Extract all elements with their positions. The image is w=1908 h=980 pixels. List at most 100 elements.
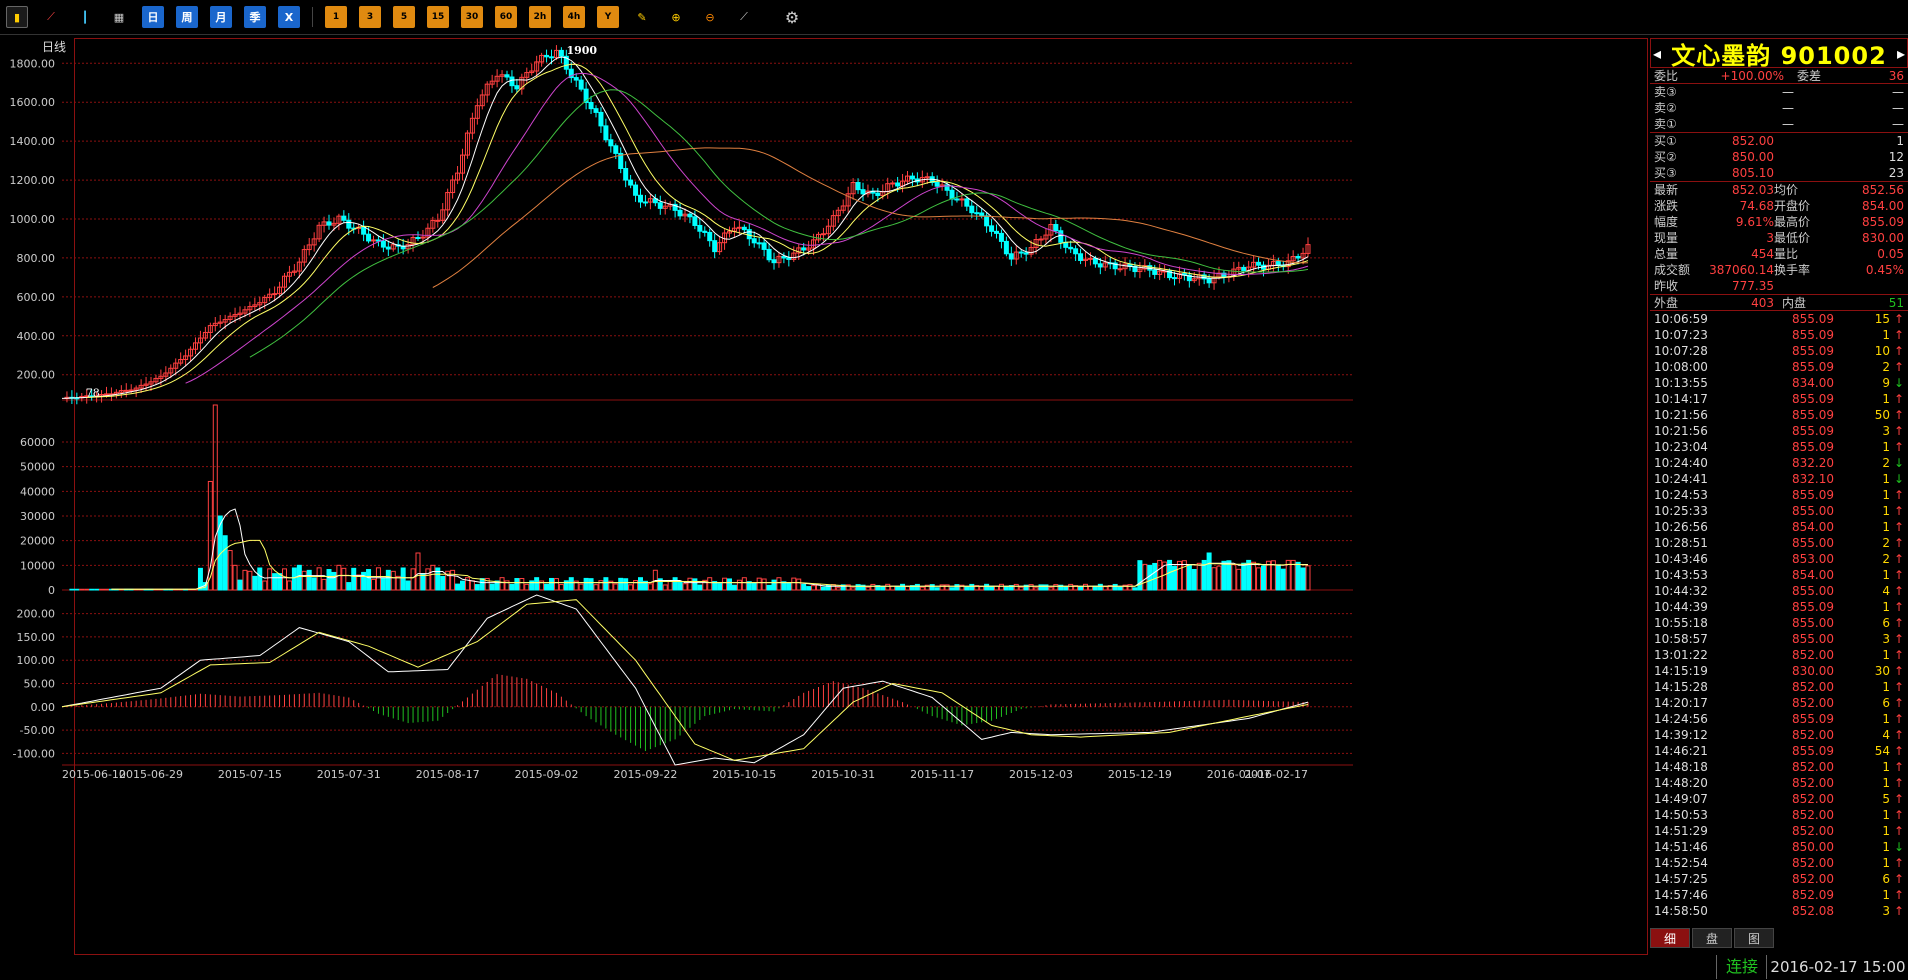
candle-body <box>949 189 955 200</box>
volume-bar <box>979 586 985 591</box>
next-stock-arrow[interactable]: ▸ <box>1897 44 1905 63</box>
volume-bar <box>1236 568 1242 591</box>
tab-chart[interactable]: 图 <box>1734 928 1774 948</box>
volume-bar <box>242 569 248 591</box>
tick-price: 855.09 <box>1792 360 1834 374</box>
y-tick-label: -50.00 <box>20 724 55 737</box>
volume-bar <box>1137 560 1143 591</box>
tick-row: 14:39:12 852.00 4 ↑ <box>1650 727 1908 743</box>
candle-body <box>875 192 881 196</box>
tick-volume: 6 <box>1882 872 1890 886</box>
tick-time: 10:25:33 <box>1654 504 1708 518</box>
candle-body <box>623 168 629 181</box>
volume-bar <box>514 578 520 591</box>
tick-direction: ↑ <box>1893 328 1904 342</box>
candle-body <box>751 238 757 244</box>
tick-price: 853.00 <box>1792 552 1834 566</box>
y-tick-label: 600.00 <box>17 291 56 304</box>
volume-bar <box>1241 562 1247 591</box>
tick-volume: 3 <box>1882 632 1890 646</box>
ask-price: — <box>1782 85 1794 99</box>
stat-label-2 <box>1774 278 1824 294</box>
tick-volume: 1 <box>1882 568 1890 582</box>
volume-bar <box>1300 567 1306 591</box>
tick-volume: 4 <box>1882 728 1890 742</box>
candle-body <box>860 189 866 195</box>
tick-direction: ↑ <box>1893 696 1904 710</box>
stat-value: 852.03 <box>1732 183 1774 197</box>
tick-time: 10:44:32 <box>1654 584 1708 598</box>
candle-body <box>628 179 634 186</box>
inner-value: 51 <box>1888 296 1904 310</box>
candle-body <box>578 79 584 90</box>
tick-volume: 3 <box>1882 904 1890 918</box>
tick-list[interactable]: 10:06:59 855.09 15 ↑ 10:07:23 855.09 1 ↑ 10:07:2… <box>1650 311 1908 919</box>
volume-bar <box>316 567 322 591</box>
volume-bar <box>934 587 940 591</box>
tick-row: 14:57:25 852.00 6 ↑ <box>1650 871 1908 887</box>
candle-body <box>974 212 980 215</box>
tick-row: 10:13:55 834.00 9 ↓ <box>1650 375 1908 391</box>
y-tick-label: -100.00 <box>13 747 55 760</box>
y-tick-label: 1200.00 <box>10 174 56 187</box>
candle-body <box>366 233 372 242</box>
candle-body <box>509 76 515 87</box>
ask-label: 卖② <box>1654 101 1677 115</box>
bid-label: 买① <box>1654 134 1677 148</box>
candle-body <box>420 236 426 239</box>
weicha-value: 36 <box>1888 69 1904 83</box>
candle-body <box>514 85 520 90</box>
weibi-value: +100.00% <box>1720 69 1784 83</box>
tick-row: 10:43:53 854.00 1 ↑ <box>1650 567 1908 583</box>
tick-time: 10:08:00 <box>1654 360 1708 374</box>
candle-body <box>1038 238 1044 241</box>
inner-label: 内盘 <box>1781 296 1806 310</box>
volume-bar <box>296 564 302 591</box>
candle-body <box>385 246 391 250</box>
ask-row: 卖① — — <box>1650 116 1908 132</box>
stat-value-2: 854.00 <box>1862 199 1904 213</box>
tick-price: 854.00 <box>1792 520 1834 534</box>
volume-bar <box>450 569 456 591</box>
prev-stock-arrow[interactable]: ◂ <box>1653 44 1661 63</box>
tick-volume: 10 <box>1874 344 1890 358</box>
stat-label-2: 换手率 <box>1774 263 1811 277</box>
volume-bar <box>751 582 757 591</box>
volume-bar <box>677 580 683 591</box>
volume-bar <box>820 586 826 591</box>
y-tick-label: 50000 <box>20 461 55 474</box>
tick-row: 10:08:00 855.09 2 ↑ <box>1650 359 1908 375</box>
stat-row: 现量 3 最低价 830.00 <box>1650 230 1908 246</box>
x-tick-label: 2015-10-15 <box>712 768 776 781</box>
volume-bar <box>405 580 411 591</box>
stat-row: 成交额 387060.14 换手率 0.45% <box>1650 262 1908 278</box>
volume-bar <box>410 568 416 591</box>
tab-detail[interactable]: 细 <box>1650 928 1690 948</box>
status-datetime: 2016-02-17 15:00 <box>1766 955 1908 979</box>
volume-bar <box>1211 567 1217 591</box>
candle-body <box>1241 266 1247 272</box>
volume-bar <box>598 580 604 591</box>
tick-price: 830.00 <box>1792 664 1834 678</box>
candle-body <box>1073 248 1079 255</box>
stat-value: 454 <box>1751 247 1774 261</box>
tick-price: 852.00 <box>1792 872 1834 886</box>
tick-price: 855.09 <box>1792 392 1834 406</box>
candle-body <box>677 209 683 217</box>
tick-time: 10:43:53 <box>1654 568 1708 582</box>
tick-volume: 1 <box>1882 888 1890 902</box>
low-price-label: 78 <box>86 386 100 399</box>
weibi-label: 委比 <box>1654 69 1679 83</box>
volume-bar <box>865 586 871 591</box>
tick-row: 14:48:18 852.00 1 ↑ <box>1650 759 1908 775</box>
volume-bar <box>756 577 762 591</box>
y-tick-label: 30000 <box>20 510 55 523</box>
kline-chart[interactable]: 200.00 400.00 600.00 800.00 1000.00 1200.00 14… <box>0 0 1650 955</box>
tab-orderbook[interactable]: 盘 <box>1692 928 1732 948</box>
tick-row: 14:50:53 852.00 1 ↑ <box>1650 807 1908 823</box>
volume-bar <box>731 584 737 591</box>
stat-label-2: 量比 <box>1774 247 1799 261</box>
tick-direction: ↓ <box>1893 456 1904 470</box>
stat-row: 总量 454 量比 0.05 <box>1650 246 1908 262</box>
y-tick-label: 50.00 <box>24 677 56 690</box>
